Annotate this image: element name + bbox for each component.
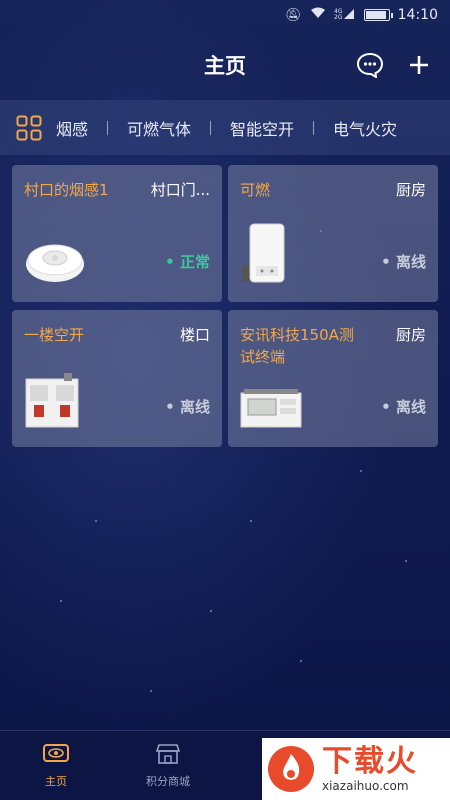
device-name: 可燃 [240,181,271,199]
status-bar: 🔕︎ 4G 2G 14:10 [0,0,450,30]
status-badge: • 正常 [165,253,210,271]
nav-home-label: 主页 [45,775,67,788]
status-badge: • 离线 [381,253,426,271]
4g-signal-icon: 4G 2G [334,7,356,23]
device-grid: 村口的烟感1 村口门... • 正常 可燃 厨房 • 离线 一楼空开 楼口 • … [12,165,438,447]
device-location: 楼口 [179,326,210,344]
status-badge: • 离线 [381,398,426,416]
svg-text:2G: 2G [334,14,343,19]
nav-store[interactable]: 积分商城 [112,731,224,800]
watermark-domain: xiazaihuo.com [322,779,409,793]
tab-gas[interactable]: 可燃气体 [127,116,191,140]
category-tabs: 烟感 可燃气体 智能空开 电气火灾 [0,100,450,155]
app-header: 主页 [0,30,450,100]
device-name: 安讯科技150A测试终端 [240,326,354,366]
device-card[interactable]: 可燃 厨房 • 离线 [228,165,438,302]
watermark-brand: 下载火 [322,744,418,779]
device-name: 一楼空开 [24,326,85,344]
meter-terminal-image [240,389,302,433]
status-time: 14:10 [397,7,438,23]
flame-icon [268,746,314,792]
device-name: 村口的烟感1 [24,181,109,199]
home-eye-icon [42,743,70,769]
tab-divider [210,120,212,135]
smoke-detector-image [24,238,86,288]
device-location: 厨房 [395,181,426,199]
device-card[interactable]: 一楼空开 楼口 • 离线 [12,310,222,447]
device-location: 村口门... [150,181,210,199]
device-card[interactable]: 安讯科技150A测试终端 厨房 • 离线 [228,310,438,447]
wifi-icon [310,7,326,23]
battery-icon [363,9,393,21]
page-title: 主页 [204,54,246,78]
nav-home[interactable]: 主页 [0,731,112,800]
grid-icon[interactable] [16,115,42,141]
device-card[interactable]: 村口的烟感1 村口门... • 正常 [12,165,222,302]
tab-electrical-fire[interactable]: 电气火灾 [333,116,397,140]
tab-divider [107,120,109,135]
tab-smart-breaker[interactable]: 智能空开 [230,116,294,140]
watermark-logo: 下载火 xiazaihuo.com [262,738,450,800]
device-location: 厨房 [395,326,426,344]
nav-store-label: 积分商城 [146,775,190,788]
circuit-breaker-image [24,373,80,433]
store-icon [155,743,181,769]
plus-icon[interactable] [408,50,430,80]
watermark-text: 下载火 xiazaihuo.com [322,744,418,794]
tab-divider [313,120,315,135]
gas-detector-image [240,220,290,288]
mute-icon: 🔕︎ [285,7,302,23]
tab-smoke[interactable]: 烟感 [56,116,88,140]
status-badge: • 离线 [165,398,210,416]
chat-bubble-icon[interactable] [356,52,384,79]
